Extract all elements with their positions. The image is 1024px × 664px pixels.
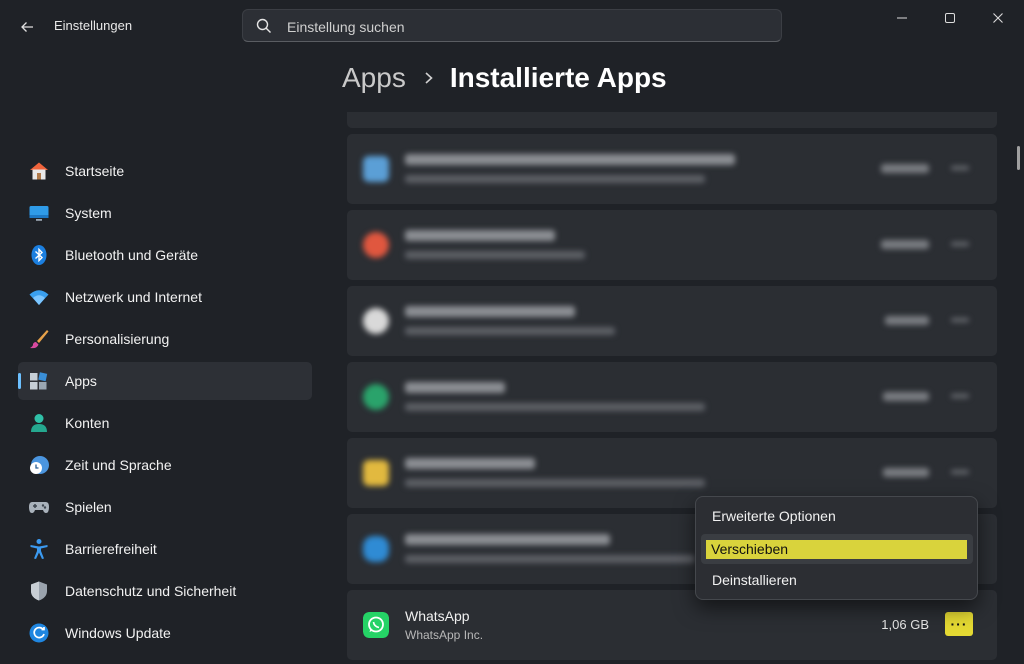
- sidebar-item-label: Bluetooth und Geräte: [65, 247, 199, 263]
- app-name: WhatsApp: [405, 608, 470, 624]
- sidebar-item-konten[interactable]: Konten: [18, 404, 312, 442]
- search-icon: [256, 18, 271, 33]
- close-button[interactable]: [978, 8, 1018, 28]
- whatsapp-icon: [363, 612, 389, 638]
- sidebar-item-windows-update[interactable]: Windows Update: [18, 614, 312, 652]
- app-icon: [363, 232, 389, 258]
- blurred-content: [347, 134, 997, 204]
- sidebar-item-label: Barrierefreiheit: [65, 541, 157, 557]
- sidebar-item-label: Startseite: [65, 163, 125, 179]
- scrollbar[interactable]: [1017, 146, 1020, 170]
- app-icon: [363, 460, 389, 486]
- accessibility-icon: [30, 539, 48, 559]
- sidebar-item-personalisierung[interactable]: Personalisierung: [18, 320, 312, 358]
- wifi-icon: [29, 290, 49, 305]
- sidebar-item-datenschutz[interactable]: Datenschutz und Sicherheit: [18, 572, 312, 610]
- sidebar-item-label: Spielen: [65, 499, 112, 515]
- app-publisher: WhatsApp Inc.: [405, 628, 484, 642]
- sidebar-item-bluetooth[interactable]: Bluetooth und Geräte: [18, 236, 312, 274]
- menu-item-label: Erweiterte Optionen: [712, 508, 836, 524]
- blurred-content: [347, 362, 997, 432]
- sidebar-item-label: Datenschutz und Sicherheit: [65, 583, 237, 599]
- sidebar-item-startseite[interactable]: Startseite: [18, 152, 312, 190]
- clock-globe-icon: [30, 456, 49, 474]
- sidebar-nav: Startseite System Bluetooth und Geräte N…: [18, 152, 312, 656]
- monitor-icon: [29, 206, 49, 221]
- blurred-content: [347, 210, 997, 280]
- breadcrumb-parent[interactable]: Apps: [342, 62, 406, 94]
- brush-icon: [30, 330, 49, 349]
- sidebar-item-label: Apps: [65, 373, 97, 389]
- back-button[interactable]: [14, 14, 40, 40]
- sidebar-item-apps[interactable]: Apps: [18, 362, 312, 400]
- minimize-icon: [897, 17, 907, 19]
- list-item-blurred: [347, 286, 997, 356]
- page-title: Installierte Apps: [449, 62, 667, 93]
- shield-icon: [31, 581, 47, 601]
- breadcrumb: Apps Installierte Apps: [342, 62, 667, 94]
- sidebar-item-label: Personalisierung: [65, 331, 170, 347]
- more-options-button[interactable]: ···: [945, 612, 973, 636]
- apps-icon: [30, 372, 48, 390]
- person-icon: [31, 414, 47, 432]
- list-item-blurred: [347, 362, 997, 432]
- sidebar-item-label: System: [65, 205, 112, 221]
- list-item-partial: [347, 112, 997, 128]
- maximize-icon: [945, 13, 955, 23]
- sidebar-item-system[interactable]: System: [18, 194, 312, 232]
- sidebar-item-label: Netzwerk und Internet: [65, 289, 202, 305]
- window-title: Einstellungen: [54, 18, 133, 33]
- back-arrow-icon: [21, 22, 33, 32]
- search-box[interactable]: [242, 9, 782, 43]
- maximize-button[interactable]: [930, 8, 970, 28]
- context-menu: Erweiterte Optionen Verschieben Deinstal…: [695, 496, 978, 600]
- update-icon: [29, 623, 49, 643]
- chevron-right-icon: [425, 72, 433, 84]
- menu-item-label: Deinstallieren: [712, 572, 797, 588]
- sidebar-item-netzwerk[interactable]: Netzwerk und Internet: [18, 278, 312, 316]
- gamepad-icon: [29, 502, 49, 513]
- title-bar: Einstellungen: [0, 0, 1024, 52]
- close-icon: [993, 13, 1003, 23]
- bluetooth-icon: [31, 245, 47, 265]
- search-input[interactable]: [285, 10, 769, 43]
- minimize-button[interactable]: [882, 8, 922, 28]
- sidebar-item-label: Windows Update: [65, 625, 171, 641]
- app-icon: [363, 308, 389, 334]
- list-item-whatsapp: WhatsApp WhatsApp Inc. 1,06 GB ···: [347, 590, 997, 660]
- list-item-blurred: [347, 210, 997, 280]
- home-icon: [30, 162, 48, 180]
- menu-item-label: Verschieben: [711, 541, 789, 557]
- list-item-blurred: [347, 134, 997, 204]
- app-icon: [363, 536, 389, 562]
- menu-item-deinstallieren[interactable]: Deinstallieren: [701, 566, 973, 596]
- app-icon: [363, 384, 389, 410]
- menu-item-verschieben[interactable]: Verschieben: [701, 534, 973, 564]
- app-icon: [363, 156, 389, 182]
- sidebar-item-barrierefreiheit[interactable]: Barrierefreiheit: [18, 530, 312, 568]
- sidebar-item-zeit-sprache[interactable]: Zeit und Sprache: [18, 446, 312, 484]
- blurred-content: [347, 286, 997, 356]
- sidebar-item-label: Konten: [65, 415, 110, 431]
- sidebar-item-label: Zeit und Sprache: [65, 457, 172, 473]
- menu-item-erweiterte-optionen[interactable]: Erweiterte Optionen: [701, 502, 973, 532]
- app-size: 1,06 GB: [881, 617, 929, 632]
- sidebar-item-spielen[interactable]: Spielen: [18, 488, 312, 526]
